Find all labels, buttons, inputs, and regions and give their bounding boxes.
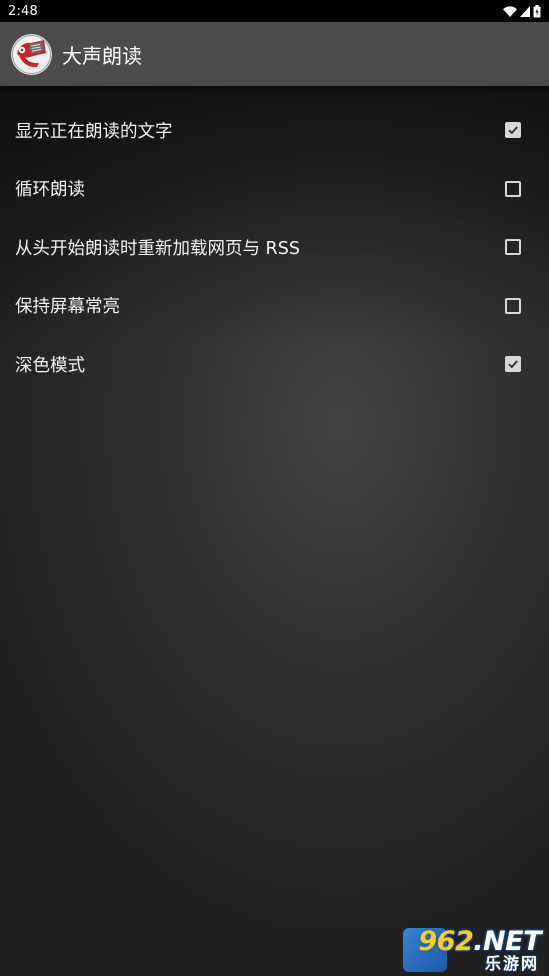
app-title: 大声朗读	[62, 43, 142, 68]
status-time: 2:48	[8, 3, 38, 19]
checkbox-keep-screen-on[interactable]	[505, 297, 521, 314]
setting-label: 循环朗读	[15, 180, 85, 201]
setting-row-reload-on-restart[interactable]: 从头开始朗读时重新加载网页与 RSS	[0, 218, 549, 277]
signal-icon	[520, 5, 530, 17]
setting-row-keep-screen-on[interactable]: 保持屏幕常亮	[0, 277, 549, 336]
settings-list: 显示正在朗读的文字 循环朗读 从头开始朗读时重新加载网页与 RSS 保持屏幕常亮…	[0, 86, 549, 394]
setting-label: 保持屏幕常亮	[15, 297, 120, 318]
checkbox-show-reading-text[interactable]	[505, 122, 521, 139]
setting-label: 深色模式	[15, 355, 85, 376]
checkbox-loop-reading[interactable]	[505, 180, 521, 197]
setting-row-dark-mode[interactable]: 深色模式	[0, 335, 549, 394]
checkbox-reload-on-restart[interactable]	[505, 239, 521, 256]
status-bar: 2:48	[0, 0, 549, 22]
watermark-subtitle: 乐游网	[484, 954, 539, 973]
status-icons	[503, 4, 541, 18]
wifi-icon	[503, 5, 517, 17]
app-bar: 大声朗读	[0, 22, 549, 86]
setting-label: 显示正在朗读的文字	[15, 121, 173, 142]
settings-screen: 显示正在朗读的文字 循环朗读 从头开始朗读时重新加载网页与 RSS 保持屏幕常亮…	[0, 86, 549, 976]
checkbox-dark-mode[interactable]	[505, 356, 521, 373]
watermark: 962.NET 乐游网	[403, 926, 545, 974]
battery-icon	[533, 4, 541, 18]
setting-label: 从头开始朗读时重新加载网页与 RSS	[15, 238, 300, 259]
watermark-brand-number: 962	[418, 926, 474, 957]
megaphone-logo-icon[interactable]	[11, 33, 52, 75]
setting-row-loop-reading[interactable]: 循环朗读	[0, 160, 549, 219]
setting-row-show-reading-text[interactable]: 显示正在朗读的文字	[0, 101, 549, 160]
